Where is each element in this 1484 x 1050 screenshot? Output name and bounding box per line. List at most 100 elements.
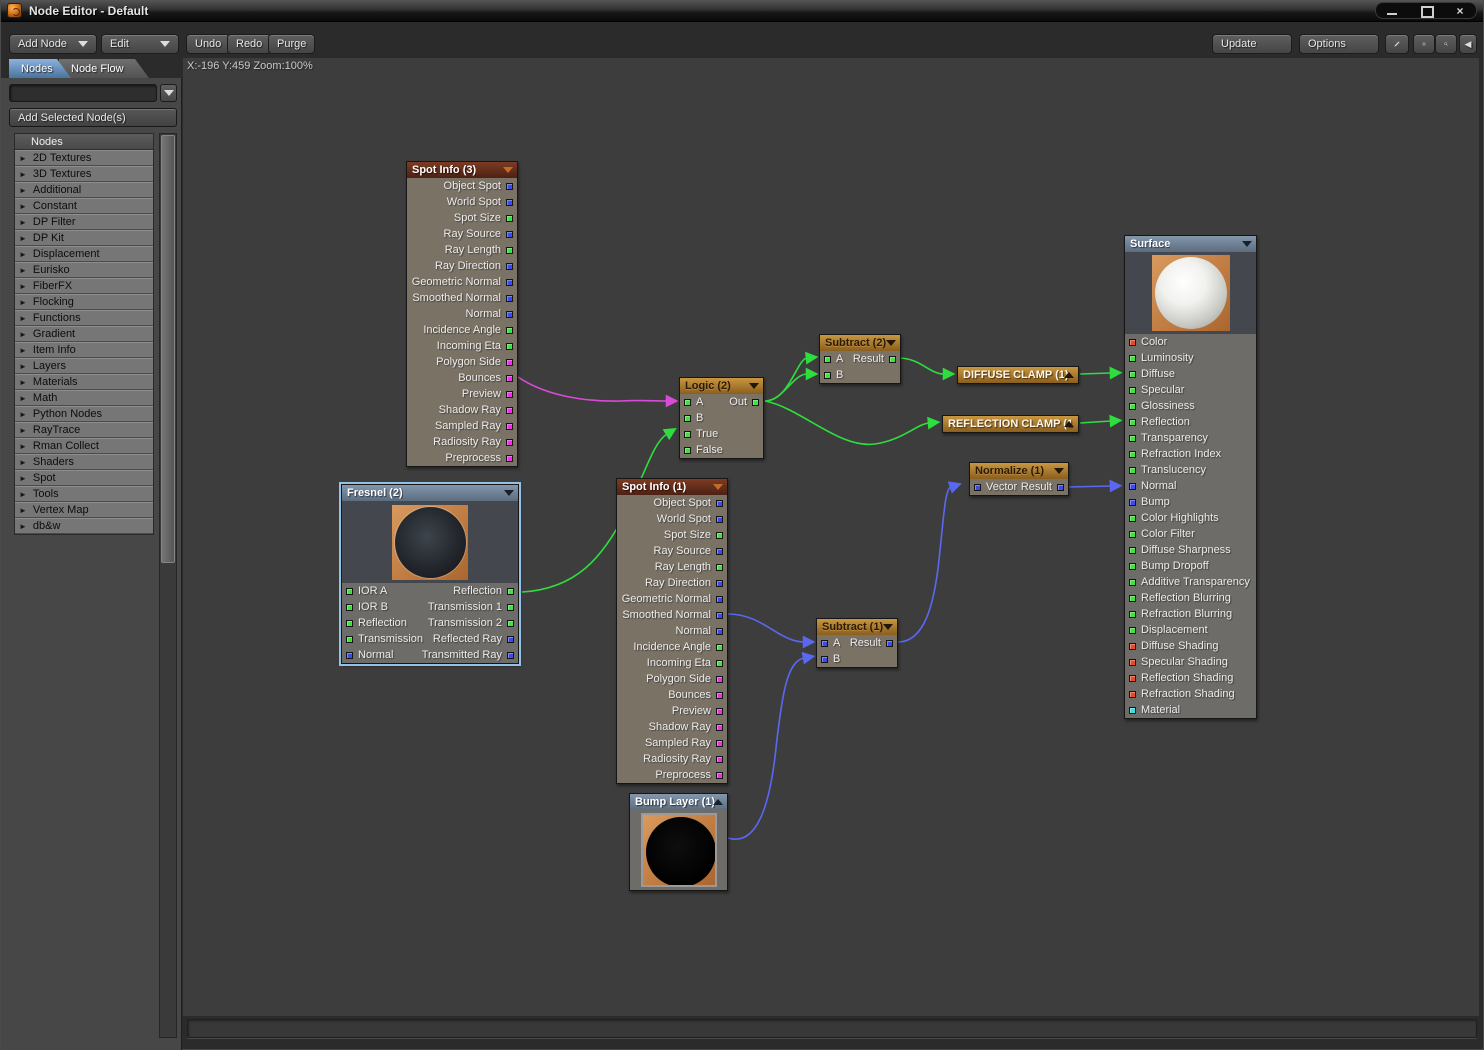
input-connector-cyan[interactable] (1129, 707, 1136, 714)
sidebar-item-2d-textures[interactable]: ►2D Textures (15, 150, 153, 166)
input-connector-green[interactable] (1129, 419, 1136, 426)
expand-arrow-icon[interactable]: ► (19, 234, 27, 243)
output-connector-green[interactable] (716, 564, 723, 571)
node-collapse-toggle-icon[interactable] (1064, 372, 1074, 378)
expand-arrow-icon[interactable]: ► (19, 154, 27, 163)
expand-arrow-icon[interactable]: ► (19, 298, 27, 307)
sidebar-item-tools[interactable]: ►Tools (15, 486, 153, 502)
expand-arrow-icon[interactable]: ► (19, 170, 27, 179)
input-connector-red[interactable] (1129, 339, 1136, 346)
sidebar-item-flocking[interactable]: ►Flocking (15, 294, 153, 310)
input-connector-blue[interactable] (821, 656, 828, 663)
input-connector-green[interactable] (824, 356, 831, 363)
output-connector-blue[interactable] (716, 516, 723, 523)
expand-arrow-icon[interactable]: ► (19, 442, 27, 451)
output-connector-blue[interactable] (716, 500, 723, 507)
output-connector-magenta[interactable] (506, 455, 513, 462)
input-connector-blue[interactable] (821, 640, 828, 647)
input-connector-green[interactable] (1129, 355, 1136, 362)
expand-arrow-icon[interactable]: ► (19, 250, 27, 259)
output-connector-magenta[interactable] (716, 772, 723, 779)
node-collapse-toggle-icon[interactable] (504, 490, 514, 496)
input-connector-green[interactable] (346, 588, 353, 595)
expand-arrow-icon[interactable]: ► (19, 394, 27, 403)
sidebar-item-displacement[interactable]: ►Displacement (15, 246, 153, 262)
output-connector-blue[interactable] (506, 263, 513, 270)
sidebar-item-db-w[interactable]: ►db&w (15, 518, 153, 534)
maximize-button[interactable] (1420, 6, 1432, 16)
output-connector-green[interactable] (506, 343, 513, 350)
redo-button[interactable]: Redo (227, 34, 271, 54)
node-title[interactable]: Subtract (2) (820, 335, 900, 351)
output-connector-blue[interactable] (1057, 484, 1064, 491)
input-connector-green[interactable] (1129, 579, 1136, 586)
node-subtract-1[interactable]: Subtract (1)AResultB (816, 618, 898, 668)
node-title[interactable]: Spot Info (3) (407, 162, 517, 178)
output-connector-blue[interactable] (506, 183, 513, 190)
input-connector-green[interactable] (1129, 531, 1136, 538)
output-connector-blue[interactable] (716, 580, 723, 587)
sidebar-item-item-info[interactable]: ►Item Info (15, 342, 153, 358)
node-title[interactable]: Bump Layer (1) (630, 794, 727, 810)
input-connector-green[interactable] (1129, 547, 1136, 554)
output-connector-green[interactable] (507, 620, 514, 627)
input-connector-green[interactable] (684, 415, 691, 422)
node-title[interactable]: DIFFUSE CLAMP (1) (958, 367, 1078, 383)
sidebar-item-math[interactable]: ►Math (15, 390, 153, 406)
output-connector-magenta[interactable] (716, 756, 723, 763)
sidebar-item-fiberfx[interactable]: ►FiberFX (15, 278, 153, 294)
node-collapse-toggle-icon[interactable] (713, 799, 723, 805)
minimize-button[interactable] (1386, 6, 1398, 16)
sidebar-item-eurisko[interactable]: ►Eurisko (15, 262, 153, 278)
input-connector-green[interactable] (346, 636, 353, 643)
expand-arrow-icon[interactable]: ► (19, 346, 27, 355)
sidebar-scrollbar-thumb[interactable] (161, 135, 175, 563)
node-diffuse-clamp-1[interactable]: DIFFUSE CLAMP (1) (957, 366, 1079, 384)
output-connector-magenta[interactable] (506, 407, 513, 414)
node-collapse-toggle-icon[interactable] (1242, 241, 1252, 247)
sidebar-item-3d-textures[interactable]: ►3D Textures (15, 166, 153, 182)
output-connector-magenta[interactable] (506, 423, 513, 430)
input-connector-blue[interactable] (1129, 499, 1136, 506)
output-connector-magenta[interactable] (506, 391, 513, 398)
output-connector-magenta[interactable] (506, 359, 513, 366)
update-button[interactable]: Update (1212, 34, 1292, 54)
add-selected-button[interactable]: Add Selected Node(s) (9, 108, 177, 127)
input-connector-green[interactable] (1129, 451, 1136, 458)
node-logic-2[interactable]: Logic (2)AOutBTrueFalse (679, 377, 764, 459)
output-connector-blue[interactable] (507, 636, 514, 643)
expand-arrow-icon[interactable]: ► (19, 458, 27, 467)
node-subtract-2[interactable]: Subtract (2)AResultB (819, 334, 901, 384)
add-node-dropdown[interactable]: Add Node (9, 34, 97, 54)
expand-arrow-icon[interactable]: ► (19, 266, 27, 275)
input-connector-red[interactable] (1129, 691, 1136, 698)
expand-arrow-icon[interactable]: ► (19, 282, 27, 291)
output-connector-blue[interactable] (506, 231, 513, 238)
purge-button[interactable]: Purge (268, 34, 315, 54)
output-connector-green[interactable] (716, 644, 723, 651)
expand-arrow-icon[interactable]: ► (19, 522, 27, 531)
sidebar-item-dp-filter[interactable]: ►DP Filter (15, 214, 153, 230)
output-connector-magenta[interactable] (506, 375, 513, 382)
output-connector-blue[interactable] (506, 311, 513, 318)
input-connector-green[interactable] (684, 447, 691, 454)
input-connector-green[interactable] (346, 620, 353, 627)
input-connector-green[interactable] (1129, 371, 1136, 378)
sidebar-item-shaders[interactable]: ►Shaders (15, 454, 153, 470)
expand-arrow-icon[interactable]: ► (19, 490, 27, 499)
output-connector-blue[interactable] (886, 640, 893, 647)
input-connector-green[interactable] (684, 431, 691, 438)
input-connector-green[interactable] (1129, 467, 1136, 474)
node-graph-canvas[interactable]: X:-196 Y:459 Zoom:100% Spot Info (3)Obje… (183, 58, 1479, 1016)
zoom-button[interactable] (1435, 34, 1457, 54)
output-connector-green[interactable] (716, 532, 723, 539)
input-connector-blue[interactable] (346, 652, 353, 659)
input-connector-red[interactable] (1129, 675, 1136, 682)
output-connector-blue[interactable] (716, 596, 723, 603)
output-connector-magenta[interactable] (716, 708, 723, 715)
node-collapse-toggle-icon[interactable] (883, 624, 893, 630)
expand-arrow-icon[interactable]: ► (19, 330, 27, 339)
sidebar-item-dp-kit[interactable]: ►DP Kit (15, 230, 153, 246)
output-connector-blue[interactable] (507, 652, 514, 659)
expand-arrow-icon[interactable]: ► (19, 186, 27, 195)
